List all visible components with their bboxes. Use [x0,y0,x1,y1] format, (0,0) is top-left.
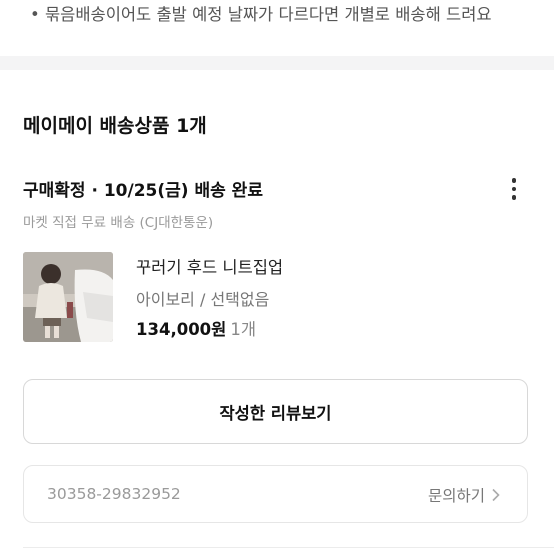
order-status: 구매확정 · 10/25(금) 배송 완료 [23,181,263,201]
product-name[interactable]: 꾸러기 후드 니트집업 [136,254,283,278]
section-divider [0,56,554,70]
more-options-button[interactable] [500,172,528,206]
notice-text: • 묶음배송이어도 출발 예정 날짜가 다르다면 개별로 배송해 드려요 [30,5,492,24]
order-number-box: 30358-29832952 문의하기 [23,465,528,523]
section-title: 메이메이 배송상품 1개 [23,115,207,137]
inquiry-link[interactable]: 문의하기 [428,484,501,506]
product-photo [23,252,113,342]
view-review-button[interactable]: 작성한 리뷰보기 [23,379,528,444]
inquiry-label: 문의하기 [427,487,485,505]
shipping-info: 마켓 직접 무료 배송 (CJ대한통운) [23,215,214,231]
product-thumbnail[interactable] [23,252,113,342]
product-quantity: 1개 [230,320,257,339]
product-price-row: 134,000원 1개 [136,316,256,340]
order-number: 30358-29832952 [47,485,181,503]
product-option: 아이보리 / 선택없음 [136,290,270,309]
bottom-divider [23,547,554,548]
more-vertical-icon [511,178,517,200]
chevron-right-icon [492,488,500,502]
bundle-shipping-notice: • 묶음배송이어도 출발 예정 날짜가 다르다면 개별로 배송해 드려요 [0,0,554,56]
product-price: 134,000원 [136,320,227,339]
